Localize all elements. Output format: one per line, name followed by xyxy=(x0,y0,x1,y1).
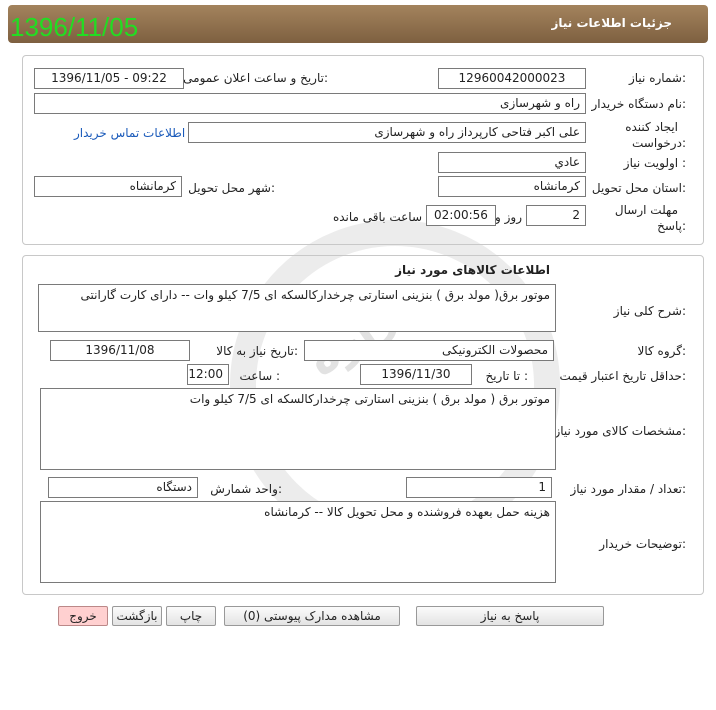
print-button[interactable]: چاپ xyxy=(166,606,216,626)
creator-field: علی اکبر فتاحی کارپرداز راه و شهرسازی xyxy=(188,122,586,143)
unit-label: واحد شمارش: xyxy=(210,482,282,496)
need-number-label: شماره نیاز: xyxy=(628,71,686,85)
need-number-field: 12960042000023 xyxy=(438,68,586,89)
goods-section-title: اطلاعات کالاهای مورد نیاز xyxy=(395,263,550,277)
back-button[interactable]: بازگشت xyxy=(112,606,162,626)
buyer-org-field: راه و شهرسازی xyxy=(34,93,586,114)
attachments-button[interactable]: مشاهده مدارک پیوستی (0) xyxy=(224,606,400,626)
group-field: محصولات الکترونیکی xyxy=(304,340,554,361)
priority-field: عادي xyxy=(438,152,586,173)
summary-label: شرح کلی نیاز: xyxy=(613,304,686,318)
need-date-field: 1396/11/08 xyxy=(50,340,190,361)
deadline-label-1: مهلت ارسال xyxy=(614,203,678,217)
specs-label: مشخصات کالای مورد نیاز: xyxy=(554,424,686,438)
until-date-label: تا تاریخ : xyxy=(485,369,528,383)
until-date-field: 1396/11/30 xyxy=(360,364,472,385)
announce-field: 1396/11/05 - 09:22 xyxy=(34,68,184,89)
announce-label: تاریخ و ساعت اعلان عمومی: xyxy=(183,71,328,85)
unit-field: دستگاه xyxy=(48,477,198,498)
page-title: جزئیات اطلاعات نیاز xyxy=(551,16,672,30)
min-valid-label: حداقل تاریخ اعتبار قیمت: xyxy=(559,369,686,383)
group-label: گروه کالا: xyxy=(637,344,687,358)
buyer-org-label: نام دستگاه خریدار: xyxy=(591,97,687,111)
creator-label-1: ایجاد کننده xyxy=(625,120,678,134)
days-label: روز و xyxy=(495,210,522,224)
reply-button[interactable]: پاسخ به نیاز xyxy=(416,606,604,626)
date-stamp: 1396/11/05 xyxy=(10,12,139,42)
remaining-label: ساعت باقی مانده xyxy=(332,210,422,224)
time-field: 12:00 xyxy=(187,364,229,385)
qty-field: 1 xyxy=(406,477,552,498)
qty-label: تعداد / مقدار مورد نیاز: xyxy=(570,482,686,496)
province-field: کرمانشاه xyxy=(438,176,586,197)
specs-area: موتور برق ( مولد برق ) بنزینی استارتی چر… xyxy=(40,388,556,470)
deadline-days-field: 2 xyxy=(526,205,586,226)
province-label: استان محل تحویل: xyxy=(591,181,686,195)
creator-label-2: درخواست: xyxy=(632,136,686,150)
city-label: شهر محل تحویل: xyxy=(188,181,275,195)
city-field: کرمانشاه xyxy=(34,176,182,197)
exit-button[interactable]: خروج xyxy=(58,606,108,626)
deadline-label-2: پاسخ: xyxy=(657,219,686,233)
summary-area: موتور برق( مولد برق ) بنزینی استارتی چرخ… xyxy=(38,284,556,332)
buyer-contact-link[interactable]: اطلاعات تماس خریدار xyxy=(74,126,185,140)
deadline-time-field: 02:00:56 xyxy=(426,205,496,226)
time-label: ساعت : xyxy=(239,369,280,383)
priority-label: اولویت نیاز : xyxy=(623,156,686,170)
buyer-notes-area: هزینه حمل بعهده فروشنده و محل تحویل کالا… xyxy=(40,501,556,583)
buyer-notes-label: توضیحات خریدار: xyxy=(599,537,686,551)
need-date-label: تاریخ نیاز به کالا: xyxy=(216,344,298,358)
